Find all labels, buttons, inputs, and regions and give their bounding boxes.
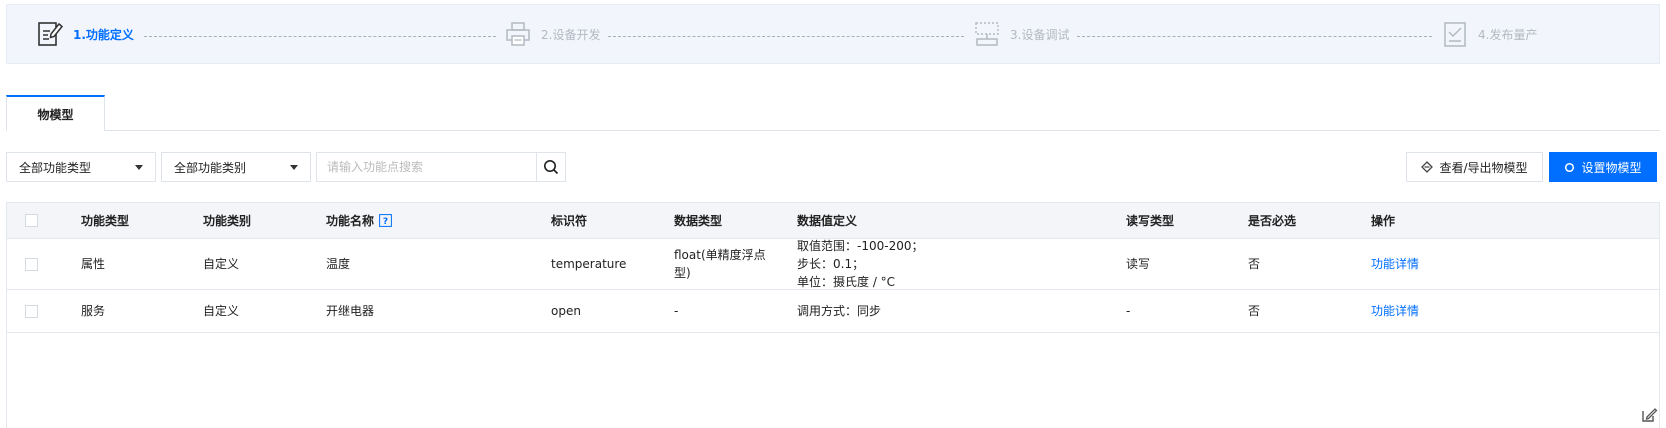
step-label: 4.发布量产 [1478,27,1538,42]
view-export-model-button[interactable]: 查看/导出物模型 [1406,152,1543,182]
cell-rw-type: - [1126,304,1131,318]
step-connector [144,36,496,37]
caret-down-icon [135,165,143,170]
document-edit-icon [37,19,63,49]
printer-icon [505,19,531,49]
step-connector [1077,36,1432,37]
row-checkbox[interactable] [25,239,38,289]
cell-function-name: 开继电器 [326,304,375,318]
header-function-name-label: 功能名称 [326,213,375,228]
cell-data-type: - [674,304,679,318]
function-table: 功能类型 功能类别 功能名称 ? 标识符 数据类型 数据值定义 读写类型 是否必… [6,202,1660,428]
data-type-line: 型) [674,266,691,280]
definition-line: 步长：0.1； [797,257,865,271]
step-label: 2.设备开发 [541,27,601,42]
step-connector [608,36,964,37]
cell-required: 否 [1248,257,1261,271]
function-type-select-value: 全部功能类型 [19,160,92,175]
svg-text:?: ? [383,217,388,227]
cell-function-category: 自定义 [203,304,240,318]
search-box [316,152,537,182]
definition-line: 单位：摄氏度 / °C [797,275,896,289]
header-function-category: 功能类别 [203,213,252,228]
search-icon [544,160,559,175]
function-category-select[interactable]: 全部功能类别 [161,152,311,182]
step-release-production[interactable]: 4.发布量产 [1442,5,1537,63]
cell-function-name: 温度 [326,257,351,271]
table-header: 功能类型 功能类别 功能名称 ? 标识符 数据类型 数据值定义 读写类型 是否必… [7,203,1659,239]
tab-thing-model[interactable]: 物模型 [6,95,105,131]
header-data-definition: 数据值定义 [797,213,858,228]
step-label: 3.设备调试 [1010,27,1070,42]
definition-line: 取值范围：-100-200； [797,239,924,253]
function-type-select[interactable]: 全部功能类型 [6,152,156,182]
settings-ring-icon [1564,162,1575,173]
cell-function-type: 属性 [81,257,106,271]
header-actions: 操作 [1371,213,1396,228]
help-icon[interactable]: ? [379,214,392,227]
cell-function-type: 服务 [81,304,106,318]
data-type-line: float(单精度浮点 [674,248,766,262]
step-label: 1.功能定义 [73,27,134,42]
caret-down-icon [290,165,298,170]
header-function-type: 功能类型 [81,213,130,228]
step-device-development[interactable]: 2.设备开发 [505,5,600,63]
set-thing-model-button[interactable]: 设置物模型 [1549,152,1657,182]
function-detail-link[interactable]: 功能详情 [1371,290,1419,332]
tab-divider [6,130,1660,131]
cell-data-definition: 调用方式：同步 [797,304,882,318]
checklist-icon [1442,19,1468,49]
cell-data-type: float(单精度浮点 型) [674,239,766,289]
cell-rw-type: 读写 [1126,257,1151,271]
view-export-model-label: 查看/导出物模型 [1439,160,1528,175]
header-rw-type: 读写类型 [1126,213,1175,228]
cell-identifier: open [551,304,581,318]
set-thing-model-label: 设置物模型 [1581,160,1642,175]
edit-icon[interactable] [1640,406,1660,426]
select-all-checkbox[interactable] [25,203,38,238]
header-identifier: 标识符 [551,213,588,228]
header-function-name: 功能名称 ? [326,203,392,238]
row-checkbox[interactable] [25,290,38,332]
function-category-select-value: 全部功能类别 [174,160,247,175]
cell-data-definition: 取值范围：-100-200； 步长：0.1； 单位：摄氏度 / °C [797,239,923,289]
step-progress-bar: 1.功能定义 2.设备开发 3.设备调试 4.发布量产 [6,4,1660,64]
export-icon [1421,161,1434,173]
header-data-type: 数据类型 [674,213,723,228]
cell-identifier: temperature [551,257,627,271]
debug-frame-icon [974,19,1000,49]
table-row: 服务 自定义 开继电器 open - 调用方式：同步 - 否 功能详情 [7,290,1659,333]
header-required: 是否必选 [1248,213,1297,228]
search-input[interactable] [317,153,537,181]
cell-required: 否 [1248,304,1261,318]
step-device-debugging[interactable]: 3.设备调试 [974,5,1069,63]
search-button[interactable] [536,152,566,182]
table-row: 属性 自定义 温度 temperature float(单精度浮点 型) 取值范… [7,239,1659,290]
function-detail-link[interactable]: 功能详情 [1371,239,1419,289]
step-function-definition[interactable]: 1.功能定义 [37,5,134,63]
cell-function-category: 自定义 [203,257,240,271]
